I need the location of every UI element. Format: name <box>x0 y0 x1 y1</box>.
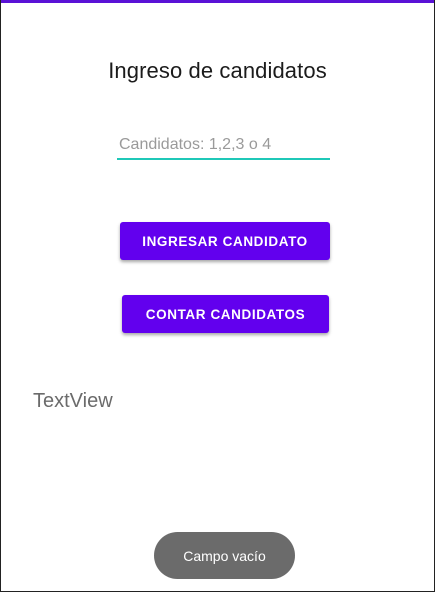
app-screen: Ingreso de candidatos INGRESAR CANDIDATO… <box>0 0 435 592</box>
candidate-input-container <box>117 132 330 160</box>
ingresar-candidato-button[interactable]: INGRESAR CANDIDATO <box>120 222 330 260</box>
page-title: Ingreso de candidatos <box>108 58 327 83</box>
candidate-input[interactable] <box>117 132 330 158</box>
status-bar-strip <box>1 0 434 3</box>
result-textview: TextView <box>33 390 113 412</box>
contar-candidatos-button[interactable]: CONTAR CANDIDATOS <box>122 295 329 333</box>
toast-message: Campo vacío <box>154 532 295 579</box>
input-underline <box>117 158 330 160</box>
